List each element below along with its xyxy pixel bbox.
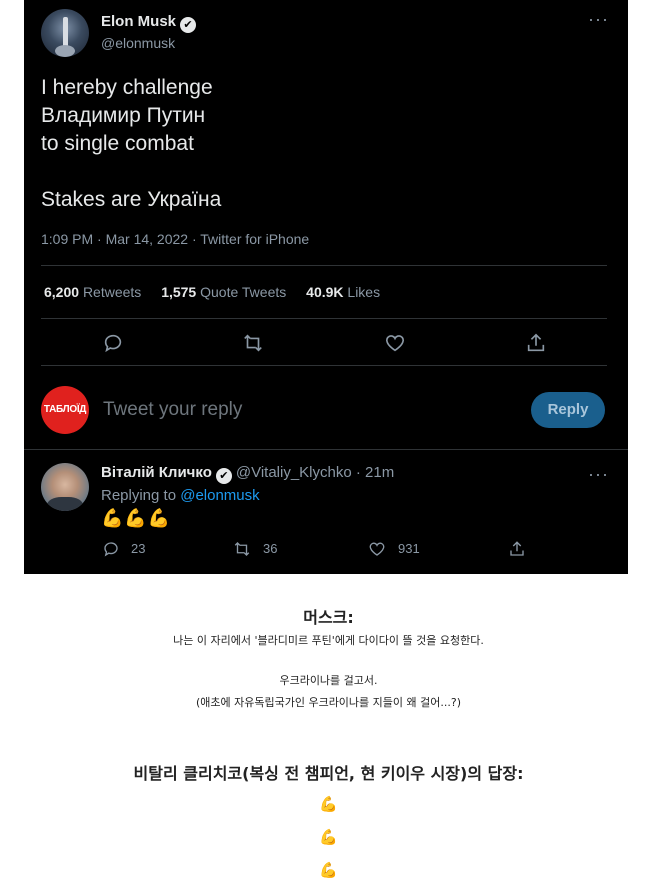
divider — [41, 365, 607, 366]
likes-count: 40.9K — [306, 284, 344, 300]
commentary-line-2: 우크라이나를 걸고서. — [279, 674, 378, 687]
tweet-screenshot: Elon Musk ✔ @elonmusk ··· I hereby challe… — [24, 0, 628, 574]
retweets-label: Retweets — [82, 284, 142, 300]
likes-label: Likes — [347, 284, 381, 300]
more-options-icon[interactable]: ··· — [588, 10, 609, 28]
reply-input[interactable]: Tweet your reply — [103, 399, 242, 421]
reply-author[interactable]: Віталій Кличко ✔ @Vitaliy_Klychko · 21m — [101, 464, 394, 484]
reply-icon[interactable] — [102, 540, 120, 558]
verified-badge-icon: ✔ — [215, 468, 232, 484]
flexed-biceps-emojis: 💪💪💪 — [101, 508, 172, 528]
replying-prefix: Replying to — [101, 487, 177, 504]
retweet-count: 36 — [263, 541, 278, 556]
tweet-line-1: I hereby challenge — [41, 76, 213, 99]
divider — [41, 318, 607, 319]
quotes-count: 1,575 — [161, 284, 197, 300]
tweet-line-4: Stakes are Україна — [41, 188, 222, 211]
retweet-icon[interactable] — [242, 332, 264, 354]
commentary-title: 머스크: — [303, 608, 354, 627]
tweet-line-2: Владимир Путин — [41, 104, 206, 127]
share-icon[interactable] — [508, 540, 526, 558]
quote-tweets-stat[interactable]: 1,575 Quote Tweets — [161, 284, 286, 300]
avatar-shirt — [47, 497, 83, 511]
rocket-smoke — [55, 45, 75, 57]
flexed-biceps-icon: 💪 — [319, 828, 338, 846]
author-name[interactable]: Elon Musk ✔ — [101, 13, 197, 33]
reply-author-handle: @Vitaliy_Klychko · 21m — [235, 464, 395, 481]
divider — [41, 265, 607, 266]
reply-author-name: Віталій Кличко — [101, 464, 212, 481]
klitschko-avatar[interactable] — [41, 463, 89, 511]
elon-musk-avatar[interactable] — [41, 9, 89, 57]
likes-stat[interactable]: 40.9K Likes — [306, 284, 380, 300]
replying-handle-link[interactable]: @elonmusk — [180, 487, 259, 504]
reply-count: 23 — [131, 541, 146, 556]
like-icon[interactable] — [368, 540, 386, 558]
commentary-line-1: 나는 이 자리에서 '블라디미르 푸틴'에게 다이다이 뜰 것을 요청한다. — [173, 634, 484, 647]
tweet-line-3: to single combat — [41, 132, 194, 155]
tweet-text: I hereby challenge Владимир Путин to sin… — [41, 74, 221, 214]
divider — [24, 449, 628, 450]
reply-icon[interactable] — [102, 332, 124, 354]
commentary-heading: 비탈리 클리치코(복싱 전 챔피언, 현 키이우 시장)의 답장: — [133, 764, 524, 783]
reply-button[interactable]: Reply — [531, 392, 605, 428]
retweets-stat[interactable]: 6,200 Retweets — [44, 284, 141, 300]
engagement-stats: 6,200 Retweets 1,575 Quote Tweets 40.9K … — [44, 284, 396, 300]
verified-badge-icon: ✔ — [180, 17, 197, 33]
like-count: 931 — [398, 541, 420, 556]
like-icon[interactable] — [384, 332, 406, 354]
retweet-icon[interactable] — [233, 540, 251, 558]
replying-to: Replying to @elonmusk — [101, 487, 260, 504]
author-handle[interactable]: @elonmusk — [101, 35, 175, 51]
share-icon[interactable] — [525, 332, 547, 354]
commentary-line-3: (애초에 자유독립국가인 우크라이나를 지들이 왜 걸어...?) — [195, 696, 462, 709]
tweet-timestamp[interactable]: 1:09 PM · Mar 14, 2022 · Twitter for iPh… — [41, 231, 309, 247]
tabloid-avatar[interactable]: ТАБЛОЇД — [41, 386, 89, 434]
quotes-label: Quote Tweets — [200, 284, 287, 300]
author-name-text: Elon Musk — [101, 13, 177, 30]
flexed-biceps-icon: 💪 — [319, 795, 338, 813]
retweets-count: 6,200 — [44, 284, 80, 300]
flexed-biceps-icon: 💪 — [319, 861, 338, 879]
reply-more-options-icon[interactable]: ··· — [588, 465, 609, 483]
